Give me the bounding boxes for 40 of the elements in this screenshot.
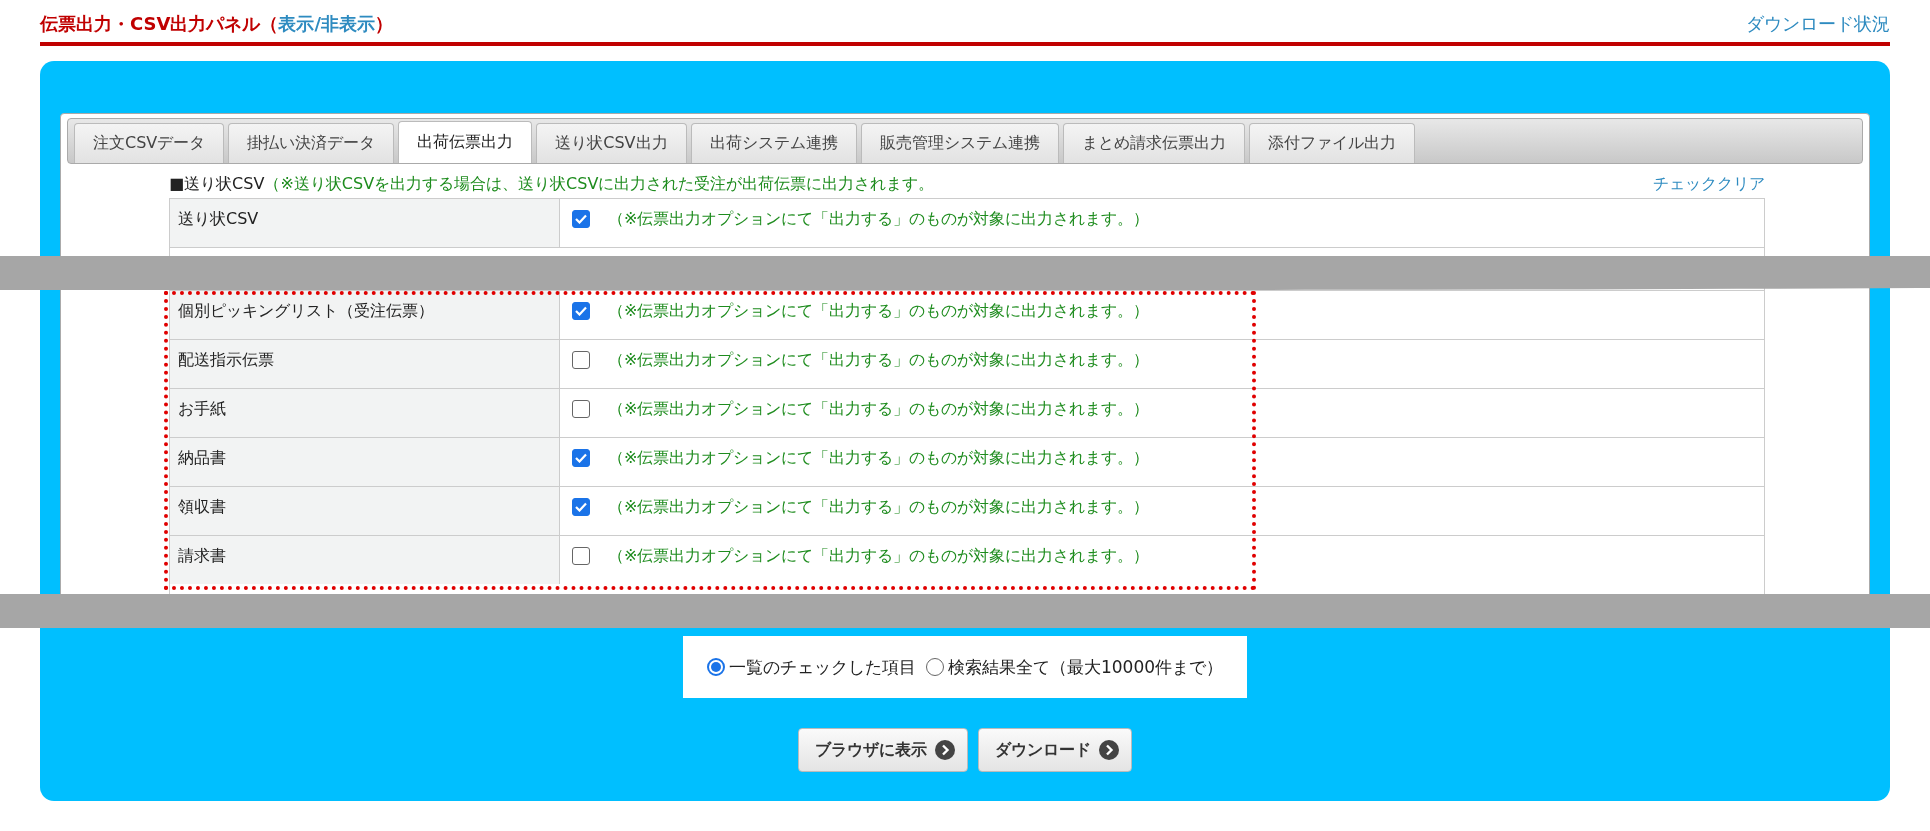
download-status-link[interactable]: ダウンロード状況: [1746, 12, 1890, 42]
checkbox[interactable]: [572, 210, 590, 228]
panel-title: 伝票出力・CSV出力パネル（表示/非表示）: [40, 12, 394, 36]
radio-option[interactable]: 検索結果全て（最大10000件まで）: [925, 655, 1224, 679]
toggle-link[interactable]: 表示/非表示: [278, 13, 376, 34]
checkbox[interactable]: [572, 498, 590, 516]
tab[interactable]: 添付ファイル出力: [1248, 123, 1415, 163]
tab[interactable]: 送り状CSV出力: [536, 123, 687, 163]
row-label: 納品書: [170, 438, 560, 486]
tab[interactable]: 出荷システム連携: [690, 123, 857, 163]
row-note: （※伝票出力オプションにて「出力する」のものが対象に出力されます。）: [608, 546, 1150, 567]
row-label: 配送指示伝票: [170, 340, 560, 388]
tab[interactable]: まとめ請求伝票出力: [1062, 123, 1245, 163]
show-in-browser-button[interactable]: ブラウザに表示: [798, 728, 968, 772]
tab[interactable]: 販売管理システム連携: [860, 123, 1059, 163]
tab[interactable]: 注文CSVデータ: [74, 123, 225, 163]
radio-option[interactable]: 一覧のチェックした項目: [706, 655, 916, 679]
row-label: 請求書: [170, 536, 560, 584]
row-label: お手紙: [170, 389, 560, 437]
checkbox[interactable]: [572, 547, 590, 565]
row-note: （※伝票出力オプションにて「出力する」のものが対象に出力されます。）: [608, 209, 1150, 230]
checkbox[interactable]: [572, 351, 590, 369]
row-note: （※伝票出力オプションにて「出力する」のものが対象に出力されます。）: [608, 497, 1150, 518]
row-label: 領収書: [170, 487, 560, 535]
row-label: 個別ピッキングリスト（受注伝票）: [170, 291, 560, 339]
chevron-circle-icon: [935, 740, 955, 760]
section-heading: ■送り状CSV（※送り状CSVを出力する場合は、送り状CSVに出力された受注が出荷伝票に出力されます。: [169, 173, 935, 195]
chevron-circle-icon: [1099, 740, 1119, 760]
row-note: （※伝票出力オプションにて「出力する」のものが対象に出力されます。）: [608, 350, 1150, 371]
checkbox[interactable]: [572, 449, 590, 467]
check-clear-link[interactable]: チェッククリア: [1653, 173, 1765, 195]
tab[interactable]: 出荷伝票出力: [398, 121, 533, 163]
row-label: 送り状CSV: [170, 199, 560, 247]
row-note: （※伝票出力オプションにて「出力する」のものが対象に出力されます。）: [608, 399, 1150, 420]
checkbox[interactable]: [572, 302, 590, 320]
checkbox[interactable]: [572, 400, 590, 418]
download-button[interactable]: ダウンロード: [978, 728, 1132, 772]
tab[interactable]: 掛払い決済データ: [228, 123, 395, 163]
row-note: （※伝票出力オプションにて「出力する」のものが対象に出力されます。）: [608, 448, 1150, 469]
row-note: （※伝票出力オプションにて「出力する」のものが対象に出力されます。）: [608, 301, 1150, 322]
